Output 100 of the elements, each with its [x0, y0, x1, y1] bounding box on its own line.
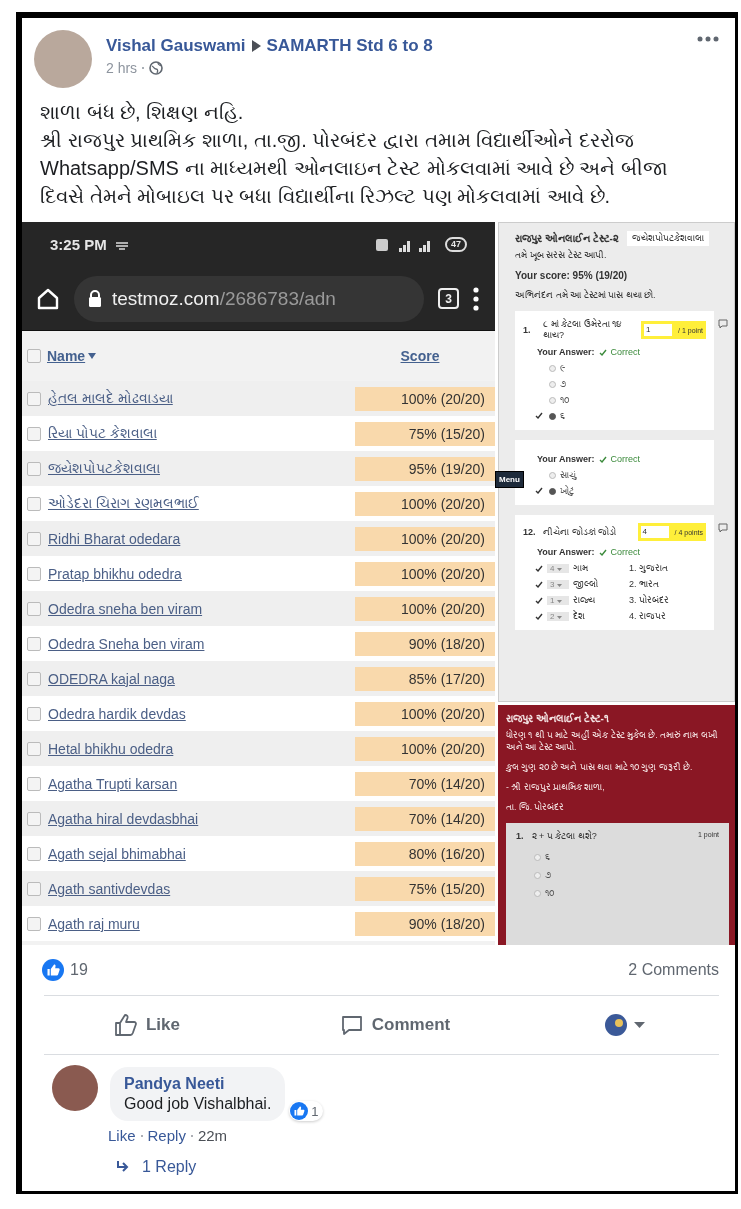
- option-label: ૧૦: [545, 887, 554, 899]
- student-name-link[interactable]: Agath sejal bhimabhai: [48, 845, 355, 862]
- like-link[interactable]: Like: [108, 1127, 136, 1144]
- option-label: ખોટું: [560, 485, 574, 497]
- row-checkbox[interactable]: [27, 531, 41, 546]
- comment-icon[interactable]: [718, 319, 728, 329]
- row-checkbox[interactable]: [27, 741, 41, 756]
- comment-button[interactable]: Comment: [329, 1007, 461, 1043]
- radio-button[interactable]: [549, 487, 556, 495]
- like-button[interactable]: Like: [103, 1007, 190, 1043]
- check-icon: [535, 487, 543, 494]
- check-icon: [598, 455, 607, 463]
- student-name-link[interactable]: Odedra sneha ben viram: [48, 600, 355, 617]
- row-checkbox[interactable]: [27, 706, 41, 721]
- student-name-link[interactable]: Agatha Trupti karsan: [48, 775, 355, 792]
- caret-down-icon: [556, 567, 562, 571]
- student-name-link[interactable]: Pratap bhikhu odedra: [48, 565, 355, 582]
- row-checkbox[interactable]: [27, 636, 41, 651]
- option-label: ૯: [560, 362, 565, 374]
- row-checkbox[interactable]: [27, 566, 41, 581]
- row-checkbox[interactable]: [27, 776, 41, 791]
- student-name-link[interactable]: Odedra Sneha ben viram: [48, 635, 355, 652]
- score-text: 100% (20/20): [399, 599, 486, 619]
- more-icon[interactable]: [697, 36, 719, 42]
- test-instructions: કુલ ગુણ ૨૦ છે અને પાસ થવા માટે ૧૦ ગુણ જરૂરી છે.: [506, 761, 694, 773]
- student-name-link[interactable]: ઓડેદરા ચિરાગ રણમલભાઈ: [48, 495, 355, 512]
- correct-label: Correct: [610, 547, 641, 557]
- post-text: શાળા બંધ છે, શિક્ષણ નહિ.: [40, 100, 245, 125]
- student-name-link[interactable]: Agath santivdevdas: [48, 880, 355, 897]
- caret-icon: [251, 40, 261, 52]
- author-link[interactable]: Vishal Gauswami: [106, 36, 246, 56]
- test-title: રાજપુર ઓનલાઈન ટેસ્ટ-૧: [506, 713, 610, 725]
- answer-label: Your Answer:: [537, 454, 595, 464]
- radio-button[interactable]: [549, 412, 556, 420]
- menu-icon[interactable]: [473, 286, 479, 311]
- match-answer: 1. ગુજરાત: [629, 562, 668, 574]
- radio-button[interactable]: [534, 853, 541, 861]
- score-text: 100% (20/20): [399, 389, 486, 409]
- commenter-name[interactable]: Pandya Neeti: [124, 1075, 272, 1093]
- caret-down-icon: [634, 1022, 646, 1028]
- row-checkbox[interactable]: [27, 846, 41, 861]
- test-instructions: તા. જિ. પોરબંદર: [506, 801, 566, 813]
- row-checkbox[interactable]: [27, 881, 41, 896]
- score-text: 90% (18/20): [407, 914, 486, 934]
- home-icon[interactable]: [36, 286, 60, 311]
- reply-link[interactable]: Reply: [147, 1127, 186, 1144]
- answer-input[interactable]: 1: [644, 324, 673, 336]
- comment-icon[interactable]: [718, 523, 728, 533]
- match-term: દેશ: [573, 610, 586, 622]
- radio-button[interactable]: [549, 471, 556, 479]
- radio-button[interactable]: [549, 396, 556, 404]
- row-checkbox[interactable]: [27, 426, 41, 441]
- row-checkbox[interactable]: [27, 811, 41, 826]
- student-name-link[interactable]: Ridhi Bharat odedara: [48, 530, 355, 547]
- lock-icon: [88, 290, 102, 307]
- radio-button[interactable]: [534, 871, 541, 879]
- row-checkbox[interactable]: [27, 496, 41, 511]
- score-text: Your score: 95% (19/20): [515, 270, 629, 281]
- profile-icon: [604, 1013, 629, 1037]
- battery-level: 47: [445, 237, 467, 252]
- row-checkbox[interactable]: [27, 461, 41, 476]
- student-name-link[interactable]: Hetal bhikhu odedra: [48, 740, 355, 757]
- row-checkbox[interactable]: [27, 916, 41, 931]
- radio-button[interactable]: [549, 364, 556, 372]
- match-term: ગામ: [573, 562, 589, 574]
- address-bar[interactable]: testmoz.com/2686783/adn: [74, 275, 424, 322]
- student-name-link[interactable]: ODEDRA kajal naga: [48, 670, 355, 687]
- correct-label: Correct: [610, 347, 641, 357]
- row-checkbox[interactable]: [27, 601, 41, 616]
- match-answer: 4. રાજપર: [629, 610, 666, 622]
- check-icon: [535, 412, 543, 419]
- student-name-link[interactable]: રિયા પોપટ કેશવાલા: [48, 425, 355, 442]
- group-link[interactable]: SAMARTH Std 6 to 8: [266, 36, 433, 56]
- option-label: ૬: [560, 410, 565, 422]
- score-column-header[interactable]: Score: [400, 348, 440, 364]
- name-column-header[interactable]: Name: [47, 348, 86, 364]
- student-name-badge: જયેશપોપટકેશવાલા: [626, 231, 709, 246]
- row-checkbox[interactable]: [27, 391, 41, 406]
- radio-button[interactable]: [549, 380, 556, 388]
- answer-input[interactable]: 4: [640, 526, 669, 538]
- score-text: 75% (15/20): [407, 879, 486, 899]
- select-all-checkbox[interactable]: [27, 349, 41, 363]
- tab-count-button[interactable]: 3: [438, 288, 459, 309]
- replies-link[interactable]: 1 Reply: [142, 1158, 197, 1176]
- comments-count[interactable]: 2 Comments: [628, 961, 719, 979]
- test-instructions: ધોરણ ૧ થી ૫ માટે અહીં એક ટેસ્ટ મુકેલ છે. તમારું નામ લખી અને આ ટેસ્ટ આપો.: [506, 729, 719, 753]
- radio-button[interactable]: [534, 889, 541, 897]
- row-checkbox[interactable]: [27, 671, 41, 686]
- option-label: ૭: [545, 869, 551, 881]
- student-name-link[interactable]: Agatha hiral devdasbhai: [48, 810, 355, 827]
- student-name-link[interactable]: Agath raj muru: [48, 915, 355, 932]
- test-instructions: - શ્રી રાજપુર પ્રાથમિક શાળા,: [506, 781, 606, 793]
- student-name-link[interactable]: જયેશપોપટકેશવાલા: [48, 460, 355, 477]
- url-text: testmoz.com/2686783/adn: [112, 287, 336, 310]
- commenter-avatar: [52, 1065, 98, 1111]
- caret-down-icon: [556, 583, 562, 587]
- score-text: 100% (20/20): [399, 739, 486, 759]
- student-name-link[interactable]: Odedra hardik devdas: [48, 705, 355, 722]
- student-name-link[interactable]: હેતલ માલદે મોઢવાડયા: [48, 390, 355, 407]
- menu-button[interactable]: Menu: [495, 471, 524, 488]
